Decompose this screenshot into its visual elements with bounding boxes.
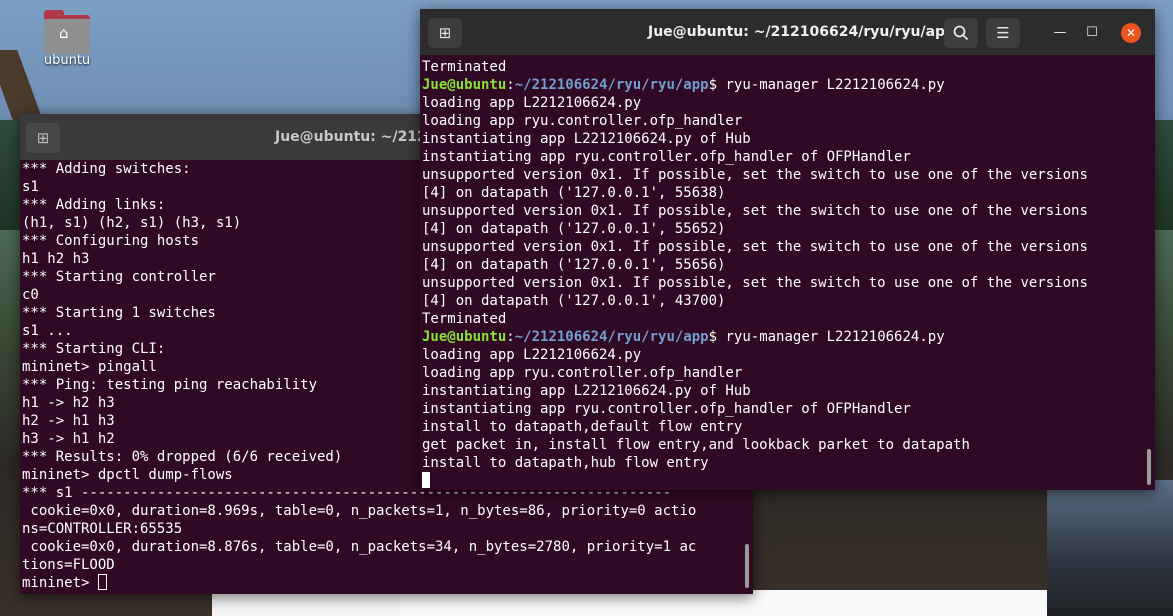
terminal-line: instantiating app ryu.controller.ofp_han… (422, 149, 911, 165)
text-cursor (422, 472, 430, 488)
prompt-dollar: $ (708, 329, 718, 345)
new-tab-button[interactable]: ⊞ (26, 123, 60, 153)
new-tab-icon: ⊞ (36, 129, 50, 147)
prompt-separator: : (506, 77, 515, 93)
menu-button[interactable]: ☰ (986, 18, 1020, 48)
maximize-button[interactable]: ☐ (1082, 23, 1102, 43)
terminal-line: get packet in, install flow entry,and lo… (422, 437, 970, 453)
wallpaper-bridge-beam (0, 50, 43, 120)
prompt-path: ~/212106624/ryu/ryu/app (514, 329, 709, 345)
terminal-line: [4] on datapath ('127.0.0.1', 55638) (422, 185, 726, 201)
terminal-line: [4] on datapath ('127.0.0.1', 55656) (422, 257, 726, 273)
close-icon: ✕ (1125, 26, 1137, 40)
hamburger-menu-icon: ☰ (996, 24, 1010, 42)
terminal-line: unsupported version 0x1. If possible, se… (422, 203, 1088, 219)
scrollbar[interactable] (1147, 449, 1151, 485)
terminal-line: cookie=0x0, duration=8.876s, table=0, n_… (22, 539, 697, 555)
cursor-line[interactable] (422, 472, 1155, 490)
terminal-line: loading app ryu.controller.ofp_handler (422, 113, 743, 129)
terminal-line: ns=CONTROLLER:65535 (22, 521, 183, 537)
window-titlebar[interactable]: ⊞ Jue@ubuntu: ~/212106624/ryu/ryu/app ☰ … (420, 9, 1155, 55)
text-cursor (97, 574, 107, 590)
window-title: Jue@ubuntu: ~/212 (275, 129, 427, 145)
shell-prompt-line: Jue@ubuntu:~/212106624/ryu/ryu/app$ ryu-… (422, 76, 1155, 94)
desktop-icon-label: ubuntu (43, 53, 91, 68)
terminal-line: instantiating app L2212106624.py of Hub (422, 383, 751, 399)
terminal-line: loading app L2212106624.py (422, 347, 642, 363)
mininet-prompt: mininet> (22, 575, 98, 591)
window-title: Jue@ubuntu: ~/212106624/ryu/ryu/app (648, 24, 956, 40)
minimize-icon: — (1053, 25, 1067, 40)
folder-icon: ⌂ (44, 10, 90, 54)
prompt-user: Jue@ubuntu (422, 329, 507, 345)
terminal-line: unsupported version 0x1. If possible, se… (422, 239, 1088, 255)
shell-prompt-line: Jue@ubuntu:~/212106624/ryu/ryu/app$ ryu-… (422, 328, 1155, 346)
terminal-line: [4] on datapath ('127.0.0.1', 43700) (422, 293, 726, 309)
close-button[interactable]: ✕ (1121, 23, 1141, 43)
terminal-line: cookie=0x0, duration=8.969s, table=0, n_… (22, 503, 697, 519)
terminal-line: [4] on datapath ('127.0.0.1', 55652) (422, 221, 726, 237)
terminal-line: tions=FLOOD (22, 557, 115, 573)
minimize-button[interactable]: — (1050, 23, 1070, 43)
terminal-line: install to datapath,hub flow entry (422, 455, 709, 471)
search-icon (953, 25, 969, 41)
search-button[interactable] (944, 18, 978, 48)
shell-command: ryu-manager L2212106624.py (717, 329, 945, 345)
terminal-line: instantiating app ryu.controller.ofp_han… (422, 401, 911, 417)
terminal-line: loading app ryu.controller.ofp_handler (422, 365, 743, 381)
terminal-line: Terminated (422, 311, 507, 327)
prompt-user: Jue@ubuntu (422, 77, 507, 93)
maximize-icon: ☐ (1086, 25, 1098, 40)
new-tab-button[interactable]: ⊞ (428, 18, 462, 48)
terminal-prompt-line[interactable]: mininet> (22, 574, 753, 592)
ryu-terminal-window[interactable]: ⊞ Jue@ubuntu: ~/212106624/ryu/ryu/app ☰ … (420, 9, 1155, 490)
terminal-line: install to datapath,default flow entry (422, 419, 743, 435)
prompt-path: ~/212106624/ryu/ryu/app (514, 77, 709, 93)
shell-command: ryu-manager L2212106624.py (717, 77, 945, 93)
terminal-line: instantiating app L2212106624.py of Hub (422, 131, 751, 147)
terminal-output[interactable]: Terminated Jue@ubuntu:~/212106624/ryu/ryu… (420, 58, 1155, 490)
new-tab-icon: ⊞ (438, 24, 452, 42)
terminal-line: Terminated (422, 59, 507, 75)
terminal-line: loading app L2212106624.py (422, 95, 642, 111)
desktop-home-folder[interactable]: ⌂ ubuntu (38, 10, 96, 68)
wallpaper-river (1047, 480, 1173, 616)
terminal-line: unsupported version 0x1. If possible, se… (422, 275, 1088, 291)
home-icon: ⌂ (59, 24, 69, 42)
terminal-line: unsupported version 0x1. If possible, se… (422, 167, 1088, 183)
scrollbar[interactable] (745, 544, 749, 588)
prompt-separator: : (506, 329, 515, 345)
prompt-dollar: $ (708, 77, 718, 93)
